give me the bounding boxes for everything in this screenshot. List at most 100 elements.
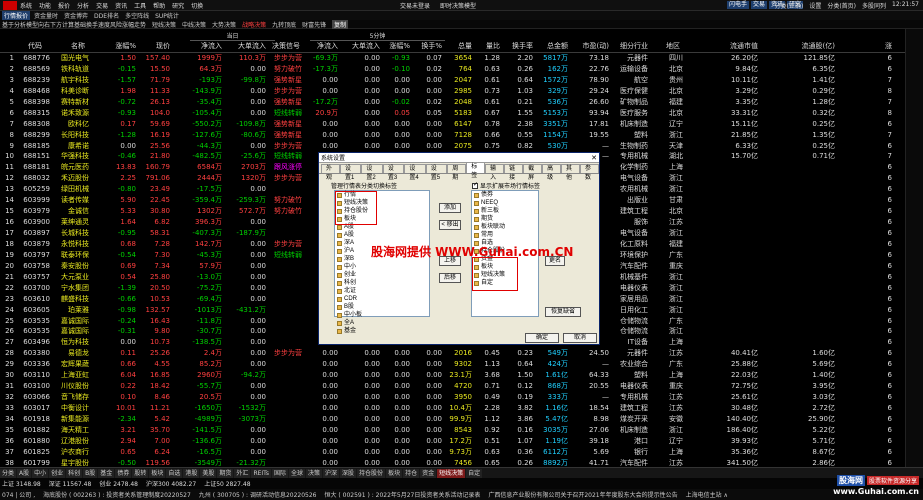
dialog-tab[interactable]: 其他: [561, 164, 581, 181]
menu-item[interactable]: 切换: [191, 1, 203, 10]
table-row[interactable]: 35 601882 海天精工 3.21 35.70 -141.5万 0.00 0.00 0.00…: [0, 425, 905, 436]
market-tab[interactable]: 持仓: [403, 468, 420, 478]
table-row[interactable]: 2 688569 铁科轨道 -0.15 15.50 64.3万 0.00 努力破竹 -17.3万…: [0, 64, 905, 75]
col-netflow[interactable]: 净流入: [190, 41, 222, 51]
col-rise[interactable]: 涨: [880, 41, 892, 51]
dialog-tab[interactable]: 设置1: [339, 164, 362, 181]
index-quote[interactable]: 上证 3148.98: [2, 479, 41, 488]
news-item[interactable]: 九州 ( 300705 ) : 调研活动信息20220526: [199, 490, 317, 499]
show-extended-checkbox[interactable]: 显示扩展市场行情标签: [472, 181, 540, 190]
table-row[interactable]: 31 603100 川仪股份 0.22 18.42 -55.7万 0.00 0.00 0.00 0…: [0, 381, 905, 392]
login-status[interactable]: 交易未登录: [400, 1, 430, 10]
col-change[interactable]: 涨幅%: [108, 41, 136, 51]
market-tab[interactable]: 沪深: [323, 468, 340, 478]
tab-market[interactable]: 大势决策: [212, 20, 236, 29]
flash-trade-button[interactable]: 闪电手: [726, 1, 749, 9]
market-tab[interactable]: A股: [17, 468, 32, 478]
market-tab[interactable]: 中小: [32, 468, 49, 478]
index-quote[interactable]: 深证 11567.48: [49, 479, 92, 488]
right-scrollbar[interactable]: [905, 29, 923, 467]
market-tab[interactable]: 科创: [66, 468, 83, 478]
table-row[interactable]: 8 688299 长阳科技 -1.28 16.19 -127.6万 -80.6万 强势新星 0.…: [0, 130, 905, 141]
dialog-tab[interactable]: 截屏: [523, 164, 543, 181]
col-signal[interactable]: 决策信号: [268, 41, 300, 51]
table-row[interactable]: 37 601825 沪农商行 0.65 6.24 -16.5万 0.00 0.00 0.00 0.…: [0, 447, 905, 458]
top-right-item[interactable]: 分类(首页): [827, 1, 856, 10]
right-item-item[interactable]: 债券: [472, 191, 538, 199]
left-item-item[interactable]: 中小: [335, 263, 429, 271]
tab-nine-turn[interactable]: 九转顶底: [272, 20, 296, 29]
dialog-tab[interactable]: 设置5: [425, 164, 448, 181]
col-change5[interactable]: 涨幅%: [385, 41, 410, 51]
left-item-item[interactable]: 北证: [335, 287, 429, 295]
left-item-item[interactable]: CDR: [335, 295, 429, 303]
menu-item[interactable]: 报价: [58, 1, 70, 10]
left-item-item[interactable]: 中小板: [335, 311, 429, 319]
news-item[interactable]: 恒大 ( 002591 ) : 2022年5月27日投资者关系活动记录表: [324, 490, 480, 499]
table-row[interactable]: 34 601918 新集能源 -2.34 5.42 -4989万 -3073万 0.00 0.0…: [0, 414, 905, 425]
checkbox-box[interactable]: [472, 181, 478, 189]
table-row[interactable]: 33 603017 中衡设计 10.01 11.21 -1650万 -1532万 0.00 0.…: [0, 403, 905, 414]
col-volume[interactable]: 总量: [452, 41, 472, 51]
market-tab[interactable]: REITs: [251, 468, 271, 478]
top-right-item[interactable]: 分类(正确): [775, 1, 804, 10]
table-row[interactable]: 9 688185 康希诺 0.00 25.56 -44.3万 0.00 步步为营 0.00 0.0…: [0, 141, 905, 152]
right-item-item[interactable]: 新三板: [472, 207, 538, 215]
dialog-tab[interactable]: 设置3: [382, 164, 405, 181]
menu-item[interactable]: 资讯: [115, 1, 127, 10]
col-float-shares[interactable]: 流通股(亿): [790, 41, 835, 51]
tab-mid-term[interactable]: 中线决策: [182, 20, 206, 29]
menu-item[interactable]: 工具: [134, 1, 146, 10]
market-tab[interactable]: 板块: [386, 468, 403, 478]
col-name[interactable]: 名称: [55, 41, 85, 51]
market-tab[interactable]: 基金: [98, 468, 115, 478]
market-tab[interactable]: 港股: [183, 468, 200, 478]
close-icon[interactable]: ✕: [589, 154, 599, 162]
menu-item[interactable]: 分析: [77, 1, 89, 10]
market-tab[interactable]: 资金: [420, 468, 437, 478]
add-button[interactable]: 添加: [439, 203, 461, 213]
remove-button[interactable]: < 移出: [439, 220, 461, 230]
col-industry[interactable]: 细分行业: [612, 41, 648, 51]
dialog-tab-active[interactable]: 标签: [466, 162, 486, 179]
market-tab[interactable]: 自定: [466, 468, 483, 478]
col-ratio[interactable]: 量比: [480, 41, 500, 51]
dialog-tab[interactable]: 设置4: [404, 164, 426, 181]
tab-short-term[interactable]: 短线决策: [152, 20, 176, 29]
market-tab[interactable]: 外汇: [234, 468, 251, 478]
market-tab[interactable]: 分类: [0, 468, 17, 478]
index-quote[interactable]: 创业 2478.48: [99, 479, 138, 488]
table-row[interactable]: 38 601799 星宇股份 -0.50 119.56 -3549万 -21.32万 0.00…: [0, 458, 905, 467]
dialog-tab[interactable]: 周期: [447, 164, 467, 181]
left-item-item[interactable]: 科创: [335, 279, 429, 287]
cancel-button[interactable]: 取消: [563, 333, 597, 343]
top-right-item[interactable]: 多股同列: [862, 1, 886, 10]
col-turn5[interactable]: 换手%: [414, 41, 442, 51]
right-item-item[interactable]: 板块联动: [472, 223, 538, 231]
left-item-item[interactable]: 创业: [335, 271, 429, 279]
right-item-item[interactable]: 期货: [472, 215, 538, 223]
table-row[interactable]: 3 688239 航宇科技 -1.57 71.79 -193万 -99.8万 强势新星 0.00…: [0, 75, 905, 86]
news-item[interactable]: 上海电信主站 ∧: [686, 490, 728, 499]
market-tab[interactable]: 自选: [166, 468, 183, 478]
dialog-tab[interactable]: 设置2: [361, 164, 383, 181]
market-tab[interactable]: 全球: [288, 468, 305, 478]
right-item-item[interactable]: NEEQ: [472, 199, 538, 207]
col-bigflow[interactable]: 大单流入: [226, 41, 266, 51]
tab-wealth[interactable]: 财富先锋: [302, 20, 326, 29]
top-right-item[interactable]: 设置: [809, 1, 821, 10]
table-row[interactable]: 7 688308 欧科亿 0.17 59.69 -550.2万 -109.8万 强势新星 0.0…: [0, 119, 905, 130]
market-tab[interactable]: 创业: [49, 468, 66, 478]
restore-default-button[interactable]: 恢复缺省: [545, 307, 581, 317]
col-float-mcap[interactable]: 流通市值: [718, 41, 758, 51]
right-item-item[interactable]: 常用: [472, 231, 538, 239]
col-amount[interactable]: 总金额: [538, 41, 568, 51]
col-turnover[interactable]: 换手率: [505, 41, 533, 51]
menu-item[interactable]: 帮助: [153, 1, 165, 10]
market-tab[interactable]: 持仓股份: [357, 468, 386, 478]
table-row[interactable]: 36 601880 辽港股份 2.94 7.00 -136.6万 0.00 0.00 0.00 0…: [0, 436, 905, 447]
index-quote[interactable]: 上证50 2827.48: [204, 479, 250, 488]
news-item[interactable]: 074 | 公司 ,: [2, 490, 35, 499]
col-region[interactable]: 地区: [660, 41, 680, 51]
move-down-button[interactable]: 后移: [439, 273, 461, 283]
